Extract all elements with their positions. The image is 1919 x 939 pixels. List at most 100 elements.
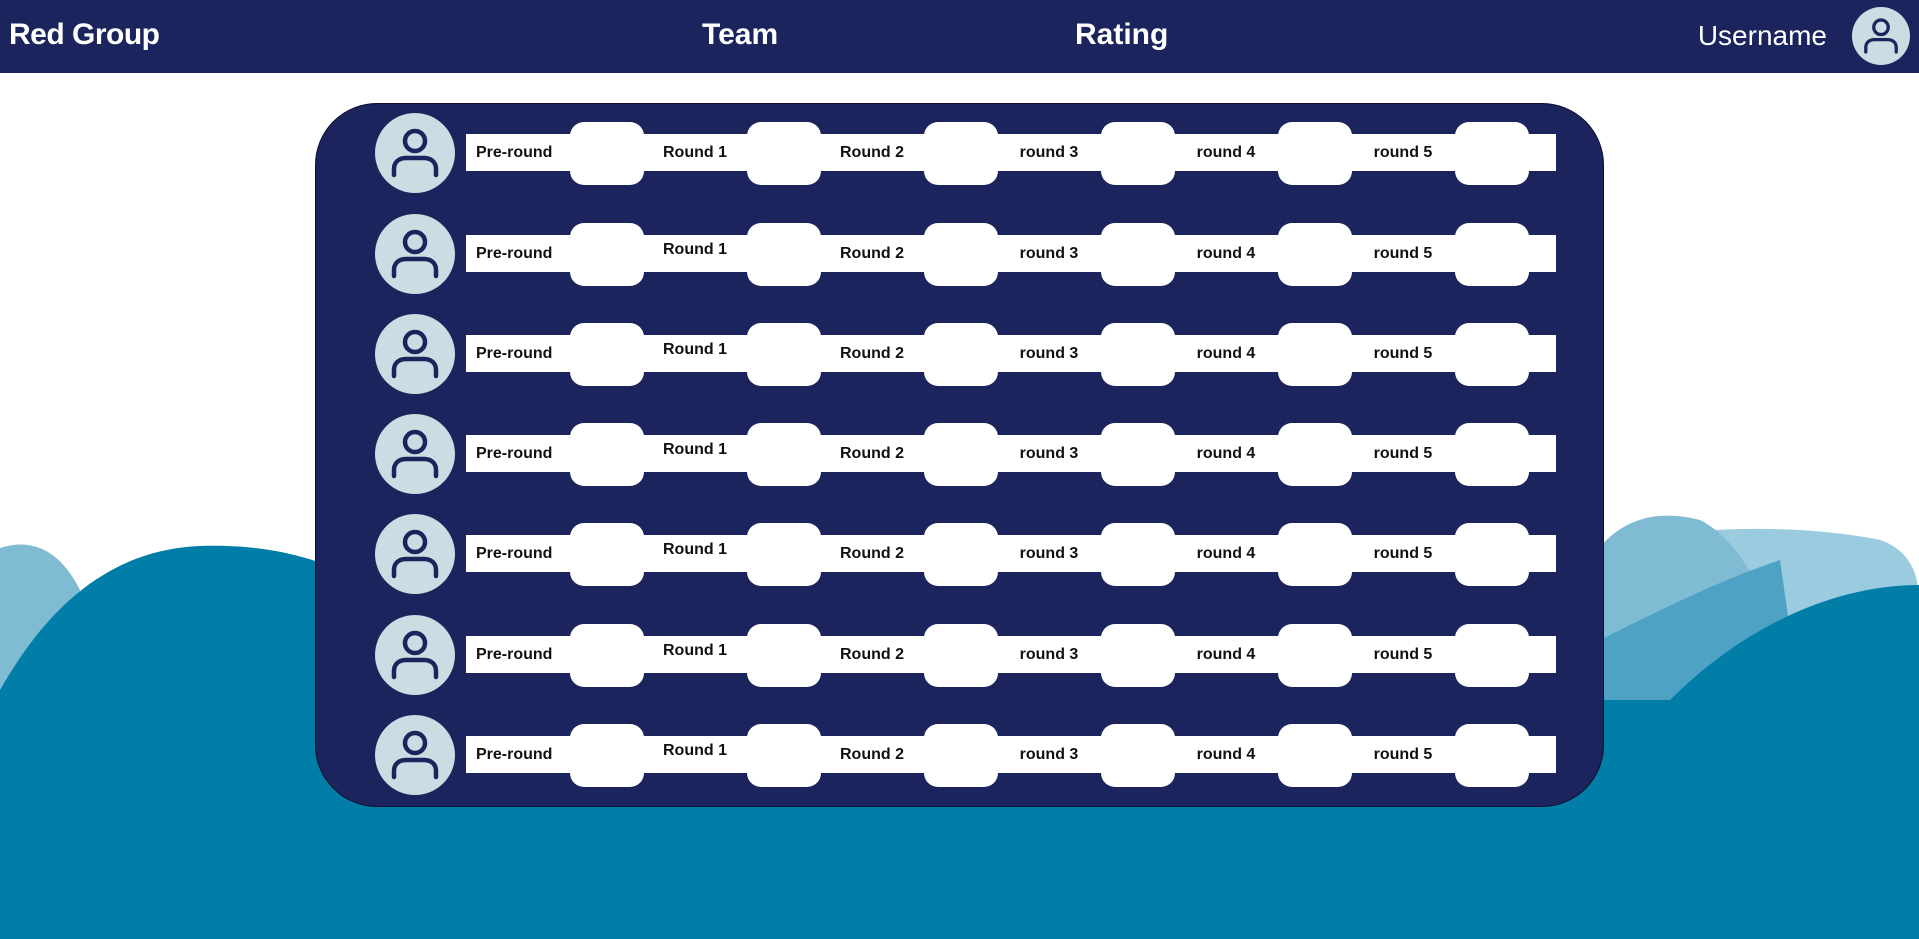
rounds-panel: Pre-round Round 1 Round 2 round 3 round 4 rou…	[315, 103, 1604, 807]
score-slot-pre-round[interactable]	[570, 724, 644, 787]
score-slot-round-1[interactable]	[747, 523, 821, 586]
score-slot-round-5[interactable]	[1455, 724, 1529, 787]
round-5-label: round 5	[1373, 646, 1433, 663]
score-slot-pre-round[interactable]	[570, 122, 644, 185]
user-icon	[391, 128, 439, 178]
player-row-4: Pre-round Round 1 Round 2 round 3 round 4 rou…	[316, 414, 1605, 494]
user-icon	[391, 229, 439, 279]
score-slot-round-1[interactable]	[747, 323, 821, 386]
score-slot-round-1[interactable]	[747, 223, 821, 286]
score-slot-round-3[interactable]	[1101, 122, 1175, 185]
score-slot-round-1[interactable]	[747, 122, 821, 185]
round-2-label: Round 2	[840, 646, 904, 663]
round-1-label: Round 1	[663, 241, 727, 258]
score-slot-round-5[interactable]	[1455, 624, 1529, 687]
round-5-label: round 5	[1373, 144, 1433, 161]
score-slot-round-4[interactable]	[1278, 122, 1352, 185]
score-slot-round-2[interactable]	[924, 122, 998, 185]
pre-round-label: Pre-round	[476, 245, 553, 262]
score-slot-round-4[interactable]	[1278, 724, 1352, 787]
round-4-label: round 4	[1196, 445, 1256, 462]
pre-round-label: Pre-round	[476, 345, 553, 362]
score-slot-pre-round[interactable]	[570, 223, 644, 286]
round-3-label: round 3	[1019, 545, 1079, 562]
score-slot-round-4[interactable]	[1278, 423, 1352, 486]
score-slot-pre-round[interactable]	[570, 323, 644, 386]
score-slot-round-2[interactable]	[924, 724, 998, 787]
score-slot-round-1[interactable]	[747, 423, 821, 486]
brand-name[interactable]: Red Group	[9, 18, 160, 52]
round-4-label: round 4	[1196, 345, 1256, 362]
round-4-label: round 4	[1196, 746, 1256, 763]
round-1-label: Round 1	[663, 642, 727, 659]
user-icon	[391, 730, 439, 780]
player-avatar[interactable]	[375, 615, 455, 695]
player-avatar[interactable]	[375, 214, 455, 294]
score-slot-round-1[interactable]	[747, 624, 821, 687]
score-slot-round-4[interactable]	[1278, 323, 1352, 386]
round-1-label: Round 1	[663, 541, 727, 558]
round-5-label: round 5	[1373, 245, 1433, 262]
score-slot-round-2[interactable]	[924, 223, 998, 286]
pre-round-label: Pre-round	[476, 445, 553, 462]
user-icon	[391, 529, 439, 579]
score-slot-round-4[interactable]	[1278, 624, 1352, 687]
username-label[interactable]: Username	[1698, 20, 1827, 52]
score-slot-round-5[interactable]	[1455, 223, 1529, 286]
round-5-label: round 5	[1373, 545, 1433, 562]
round-3-label: round 3	[1019, 646, 1079, 663]
score-slot-round-3[interactable]	[1101, 223, 1175, 286]
round-3-label: round 3	[1019, 746, 1079, 763]
round-3-label: round 3	[1019, 245, 1079, 262]
round-3-label: round 3	[1019, 345, 1079, 362]
round-4-label: round 4	[1196, 245, 1256, 262]
round-2-label: Round 2	[840, 245, 904, 262]
player-row-2: Pre-round Round 1 Round 2 round 3 round 4 rou…	[316, 214, 1605, 294]
round-2-label: Round 2	[840, 746, 904, 763]
score-slot-pre-round[interactable]	[570, 523, 644, 586]
pre-round-label: Pre-round	[476, 545, 553, 562]
score-slot-round-5[interactable]	[1455, 523, 1529, 586]
score-slot-round-5[interactable]	[1455, 122, 1529, 185]
player-avatar[interactable]	[375, 314, 455, 394]
score-slot-round-5[interactable]	[1455, 423, 1529, 486]
score-slot-round-4[interactable]	[1278, 223, 1352, 286]
score-slot-round-3[interactable]	[1101, 624, 1175, 687]
player-avatar[interactable]	[375, 113, 455, 193]
player-row-7: Pre-round Round 1 Round 2 round 3 round 4 rou…	[316, 715, 1605, 795]
score-slot-round-3[interactable]	[1101, 323, 1175, 386]
player-row-6: Pre-round Round 1 Round 2 round 3 round 4 rou…	[316, 615, 1605, 695]
score-slot-round-2[interactable]	[924, 523, 998, 586]
score-slot-round-2[interactable]	[924, 423, 998, 486]
player-row-5: Pre-round Round 1 Round 2 round 3 round 4 rou…	[316, 514, 1605, 594]
score-slot-round-4[interactable]	[1278, 523, 1352, 586]
player-row-3: Pre-round Round 1 Round 2 round 3 round 4 rou…	[316, 314, 1605, 394]
pre-round-label: Pre-round	[476, 746, 553, 763]
round-4-label: round 4	[1196, 144, 1256, 161]
round-2-label: Round 2	[840, 345, 904, 362]
score-slot-round-3[interactable]	[1101, 423, 1175, 486]
round-2-label: Round 2	[840, 445, 904, 462]
player-avatar[interactable]	[375, 414, 455, 494]
player-avatar[interactable]	[375, 715, 455, 795]
nav-team-link[interactable]: Team	[702, 18, 778, 52]
score-slot-round-5[interactable]	[1455, 323, 1529, 386]
player-row-1: Pre-round Round 1 Round 2 round 3 round 4 rou…	[316, 113, 1605, 193]
round-1-label: Round 1	[663, 742, 727, 759]
score-slot-pre-round[interactable]	[570, 624, 644, 687]
score-slot-round-3[interactable]	[1101, 523, 1175, 586]
round-2-label: Round 2	[840, 144, 904, 161]
nav-rating-link[interactable]: Rating	[1075, 18, 1168, 52]
round-3-label: round 3	[1019, 144, 1079, 161]
score-slot-round-3[interactable]	[1101, 724, 1175, 787]
top-nav-bar: Red Group Team Rating Username	[0, 0, 1919, 73]
score-slot-round-2[interactable]	[924, 323, 998, 386]
round-3-label: round 3	[1019, 445, 1079, 462]
score-slot-pre-round[interactable]	[570, 423, 644, 486]
player-avatar[interactable]	[375, 514, 455, 594]
user-icon	[1864, 18, 1898, 54]
score-slot-round-1[interactable]	[747, 724, 821, 787]
score-slot-round-2[interactable]	[924, 624, 998, 687]
user-icon	[391, 429, 439, 479]
user-avatar[interactable]	[1852, 7, 1910, 65]
